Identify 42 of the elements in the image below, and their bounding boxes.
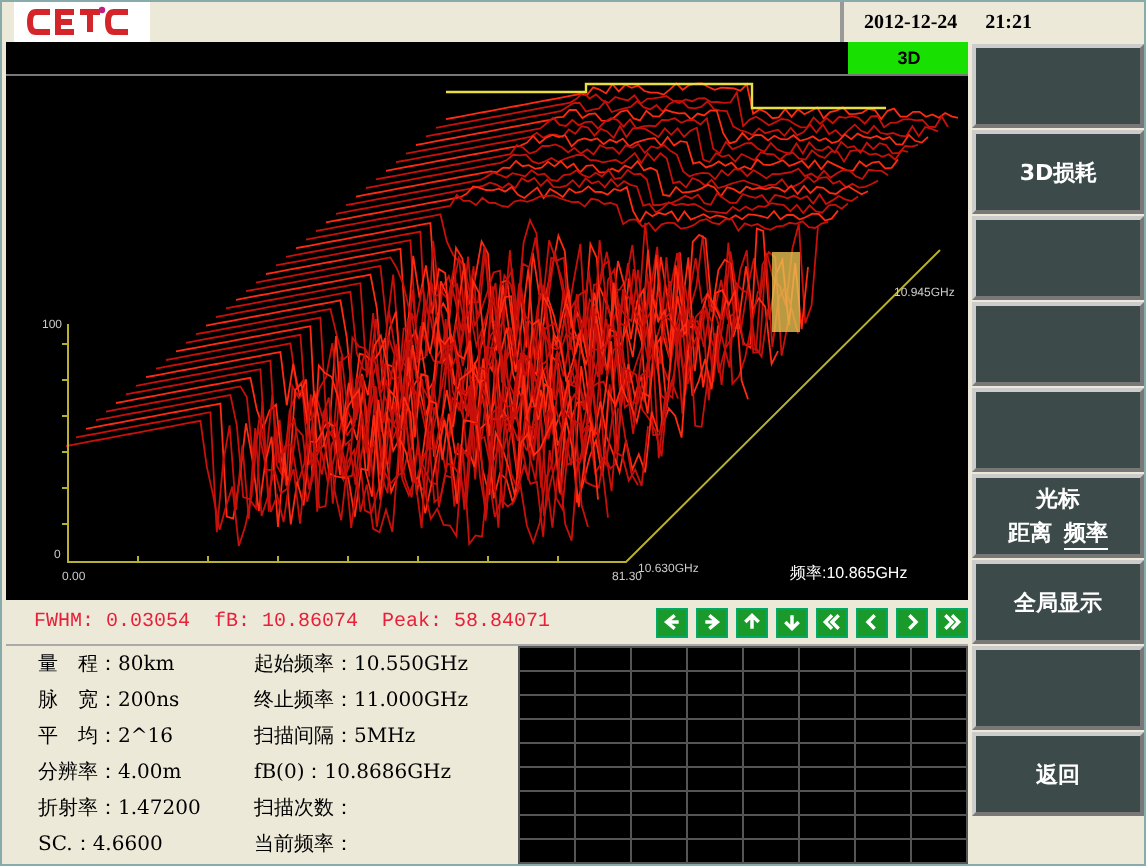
readout-text: Peak: 58.84071: [382, 611, 551, 633]
nav-button[interactable]: [696, 607, 729, 637]
nav-button[interactable]: [896, 607, 929, 637]
readout-text: FWHM: 0.03054: [34, 611, 191, 633]
cursor-reading: 频率:10.865GHz: [790, 564, 908, 582]
softkey-button[interactable]: 光标 距离 频率: [972, 474, 1144, 558]
nav-button[interactable]: [856, 607, 889, 637]
softkey-button[interactable]: 全局显示: [972, 560, 1144, 644]
parameter-text: SC.：4.6600: [38, 832, 165, 860]
parameter-text: fB(0)：10.8686GHz: [254, 760, 454, 788]
parameter-text: 终止频率：11.000GHz: [254, 687, 470, 716]
parameter-text: 量 程：80km: [38, 652, 177, 680]
softkey-button[interactable]: [972, 646, 1144, 730]
arrow-icon: [700, 610, 725, 634]
softkey-button[interactable]: [972, 44, 1144, 128]
parameter-text: 扫描次数：: [254, 795, 356, 824]
nav-button[interactable]: [776, 607, 809, 637]
nav-button[interactable]: [656, 607, 689, 637]
softkey-button[interactable]: 返回: [972, 732, 1144, 816]
chevron-icon: [820, 610, 845, 634]
parameter-text: 扫描间隔：5MHz: [254, 723, 418, 752]
nav-button[interactable]: [736, 607, 769, 637]
nav-button[interactable]: [936, 607, 969, 637]
arrow-icon: [660, 610, 685, 634]
parameter-text: 脉 宽：200ns: [38, 687, 182, 716]
parameter-text: 起始频率：10.550GHz: [254, 651, 470, 680]
softkey-button[interactable]: [972, 302, 1144, 386]
date-text: 2012-12-24: [864, 11, 958, 33]
parameter-text: 当前频率：: [254, 831, 356, 860]
chevron-icon: [940, 610, 965, 634]
parameter-text: 折射率：1.47200: [38, 795, 203, 824]
readout-text: fB: 10.86074: [214, 611, 359, 633]
softkey-button[interactable]: [972, 216, 1144, 300]
arrow-icon: [780, 610, 805, 634]
softkey-button[interactable]: [972, 388, 1144, 472]
arrow-icon: [740, 610, 765, 634]
parameter-text: 分辨率：4.00m: [38, 759, 184, 788]
mode-tag: 3D: [848, 42, 969, 74]
softkey-button[interactable]: 3D损耗: [972, 130, 1144, 214]
parameter-text: 平 均：2^16: [38, 724, 175, 752]
time-text: 21:21: [985, 11, 1033, 33]
nav-button[interactable]: [816, 607, 849, 637]
